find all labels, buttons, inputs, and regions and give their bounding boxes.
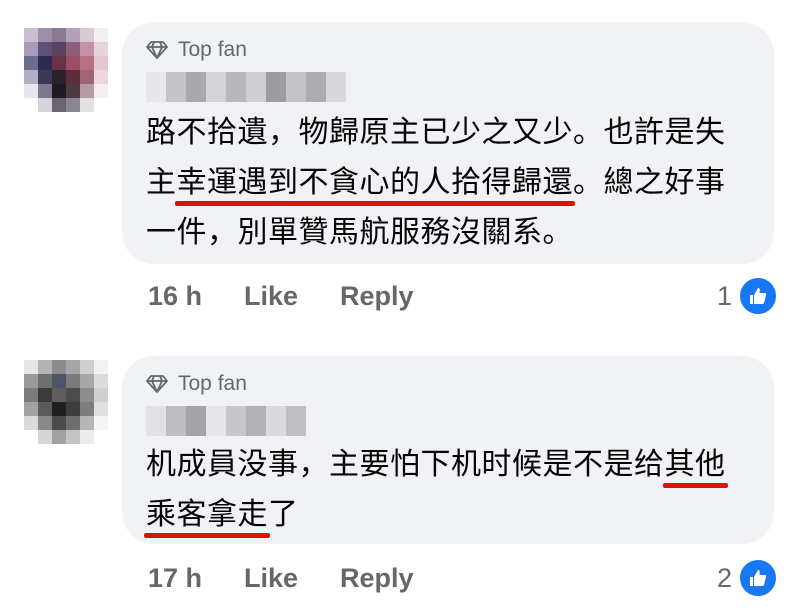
diamond-icon [146, 375, 168, 393]
like-button[interactable]: Like [244, 281, 340, 312]
author-name-blurred[interactable] [146, 72, 346, 102]
top-fan-badge: Top fan [146, 38, 247, 62]
badge-label: Top fan [178, 38, 247, 61]
badge-label: Top fan [178, 372, 247, 395]
reply-button[interactable]: Reply [340, 281, 414, 312]
comment-text: 路不拾遺，物歸原主已少之又少。也許是失主幸運遇到不貪心的人拾得歸還。總之好事一件… [146, 115, 726, 250]
diamond-icon [146, 41, 168, 59]
like-button[interactable]: Like [244, 563, 340, 594]
underlined-text: 其他 [664, 447, 726, 482]
top-fan-badge: Top fan [146, 372, 247, 396]
underlined-text: 乘客拿走 [146, 497, 268, 532]
timestamp[interactable]: 16 h [148, 281, 244, 312]
timestamp[interactable]: 17 h [148, 563, 244, 594]
avatar[interactable] [24, 28, 108, 112]
reaction-count: 2 [716, 562, 732, 593]
reaction-summary[interactable]: 1 [717, 276, 778, 316]
comment-text: 机成員没事，主要怕下机时候是不是给其他乘客拿走了 [146, 447, 726, 532]
avatar[interactable] [24, 360, 108, 444]
underlined-text: 幸運遇到不貪心的人拾得歸還 [176, 165, 573, 200]
thumbs-up-icon [738, 558, 778, 598]
comment-actions: 16 h Like Reply [148, 276, 414, 316]
reaction-summary[interactable]: 2 [717, 558, 778, 598]
author-name-blurred[interactable] [146, 406, 306, 436]
comment-bubble[interactable]: Top fan 机成員没事，主要怕下机时候是不是给其他乘客拿走了 [122, 356, 774, 544]
reaction-count: 1 [716, 280, 732, 311]
comment-bubble[interactable]: Top fan 路不拾遺，物歸原主已少之又少。也許是失主幸運遇到不貪心的人拾得歸… [122, 22, 774, 264]
comment-actions: 17 h Like Reply [148, 558, 414, 598]
thumbs-up-icon [738, 276, 778, 316]
reply-button[interactable]: Reply [340, 563, 414, 594]
